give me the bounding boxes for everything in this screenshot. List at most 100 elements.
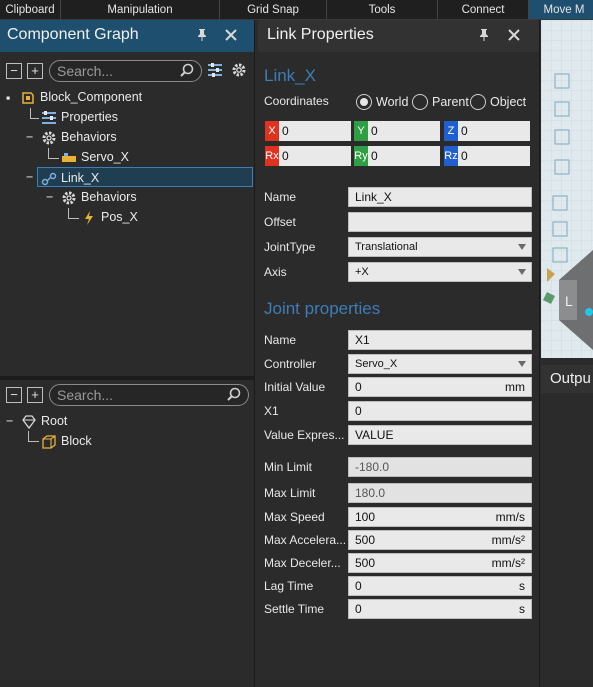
- tree-item-behaviors[interactable]: Behaviors: [41, 127, 117, 147]
- coord-z[interactable]: Z0: [444, 121, 530, 141]
- svg-text:L: L: [565, 293, 573, 309]
- ribbon-group-move[interactable]: Move M: [529, 0, 593, 19]
- tree-expander[interactable]: ▪: [6, 88, 10, 108]
- coord-tag: Z: [444, 121, 458, 141]
- coord-value[interactable]: 0: [279, 146, 351, 166]
- tree-expander[interactable]: −: [26, 127, 33, 147]
- tree-expander[interactable]: −: [26, 167, 33, 187]
- tree-item-root[interactable]: Root: [21, 411, 67, 431]
- unit-label: mm: [505, 380, 525, 394]
- pin-icon[interactable]: [194, 28, 210, 44]
- tree-item-block[interactable]: Block: [41, 431, 92, 451]
- unit-label: s: [519, 579, 525, 593]
- tree-item-label: Pos_X: [101, 210, 138, 224]
- tree-item-block-component[interactable]: Block_Component: [20, 87, 142, 107]
- tree-connector: [30, 108, 39, 119]
- panel-splitter[interactable]: [0, 376, 254, 380]
- coord-x[interactable]: X0: [265, 121, 351, 141]
- field-value: 0: [355, 380, 362, 394]
- coordinates-label: Coordinates: [264, 94, 329, 108]
- max-deceleration-label: Max Deceler...: [264, 556, 341, 570]
- coord-rx[interactable]: Rx 0: [265, 146, 351, 166]
- search-icon[interactable]: [226, 386, 242, 402]
- coord-value[interactable]: 0: [279, 121, 351, 141]
- component-search: [49, 60, 202, 82]
- coord-y[interactable]: Y0: [354, 121, 440, 141]
- tree-item-label: Properties: [61, 110, 118, 124]
- field-value: 0: [355, 404, 362, 418]
- panel-title: Link Properties: [267, 26, 374, 43]
- tree-item-properties[interactable]: Properties: [41, 107, 118, 127]
- field-value: 180.0: [355, 486, 386, 500]
- axis-select[interactable]: +X: [348, 262, 532, 282]
- filter-icon[interactable]: [207, 62, 223, 78]
- viewport-grid-icon: L: [541, 20, 593, 358]
- settings-gear-icon[interactable]: [231, 62, 247, 78]
- search-icon[interactable]: [179, 62, 195, 78]
- initial-value-field[interactable]: 0 mm: [348, 377, 532, 397]
- offset-field[interactable]: [348, 212, 532, 232]
- max-speed-field[interactable]: 100 mm/s: [348, 507, 532, 527]
- radio-dot: [356, 94, 372, 110]
- field-value: Servo_X: [355, 358, 398, 370]
- expand-all-button[interactable]: +: [27, 63, 43, 79]
- component-graph-header: Component Graph: [0, 20, 254, 52]
- value-expression-label: Value Expres...: [264, 428, 345, 442]
- value-expression-field[interactable]: VALUE: [348, 425, 532, 445]
- link-name-heading: Link_X: [264, 66, 316, 85]
- lag-time-field[interactable]: 0s: [348, 576, 532, 596]
- tree-connector: [48, 148, 59, 159]
- ribbon-group-tools[interactable]: Tools: [327, 0, 438, 19]
- joint-name-field[interactable]: X1: [348, 330, 532, 350]
- coord-ry[interactable]: Ry 0: [354, 146, 440, 166]
- tree-expander[interactable]: −: [6, 411, 13, 431]
- max-deceleration-field[interactable]: 500 mm/s²: [348, 553, 532, 573]
- block-icon: [41, 434, 57, 450]
- coord-value[interactable]: 0: [458, 121, 530, 141]
- radio-dot: [412, 94, 428, 110]
- field-value: 100: [355, 510, 376, 524]
- diamond-icon: [21, 414, 37, 430]
- controller-select[interactable]: Servo_X: [348, 354, 532, 374]
- initial-value-label: Initial Value: [264, 380, 326, 394]
- cad-search: [49, 384, 249, 406]
- tree-item-servo-x[interactable]: Servo_X: [61, 147, 129, 167]
- jointtype-select[interactable]: Translational: [348, 237, 532, 257]
- coord-value[interactable]: 0: [368, 146, 440, 166]
- gear-icon: [61, 190, 77, 206]
- close-icon[interactable]: [223, 28, 239, 44]
- properties-icon: [41, 110, 57, 126]
- name-field[interactable]: Link_X: [348, 187, 532, 207]
- tree-expander[interactable]: −: [46, 187, 53, 207]
- tree-connector: [68, 208, 79, 219]
- tree-item-label: Block_Component: [40, 90, 143, 104]
- collapse-all-button[interactable]: −: [6, 63, 22, 79]
- cad-search-input[interactable]: [57, 387, 172, 402]
- collapse-all-button-2[interactable]: −: [6, 387, 22, 403]
- ribbon-group-grid-snap[interactable]: Grid Snap: [220, 0, 327, 19]
- tree-item-pos-x[interactable]: Pos_X: [81, 207, 138, 227]
- settle-time-field[interactable]: 0s: [348, 599, 532, 619]
- expand-all-button-2[interactable]: +: [27, 387, 43, 403]
- max-acceleration-field[interactable]: 500 mm/s²: [348, 530, 532, 550]
- ribbon-group-connect[interactable]: Connect: [438, 0, 529, 19]
- ribbon-group-clipboard[interactable]: Clipboard: [0, 0, 61, 19]
- coord-value[interactable]: 0: [458, 146, 530, 166]
- jointtype-value: Translational: [355, 241, 418, 253]
- component-icon: [20, 90, 36, 106]
- coord-value[interactable]: 0: [368, 121, 440, 141]
- coord-rz[interactable]: Rz 0: [444, 146, 530, 166]
- pin-icon[interactable]: [476, 28, 492, 44]
- component-search-input[interactable]: [57, 63, 172, 78]
- max-limit-label: Max Limit: [264, 486, 316, 500]
- close-icon[interactable]: [506, 28, 522, 44]
- tree-item-link-x[interactable]: Link_X: [37, 167, 253, 187]
- 3d-viewport[interactable]: L: [541, 20, 593, 358]
- min-limit-label: Min Limit: [264, 460, 313, 474]
- panel-title: Component Graph: [7, 26, 139, 43]
- radio-dot: [470, 94, 486, 110]
- ribbon-group-manipulation[interactable]: Manipulation: [61, 0, 220, 19]
- controller-label: Controller: [264, 357, 317, 371]
- x1-field[interactable]: 0: [348, 401, 532, 421]
- tree-item-behaviors-2[interactable]: Behaviors: [61, 187, 137, 207]
